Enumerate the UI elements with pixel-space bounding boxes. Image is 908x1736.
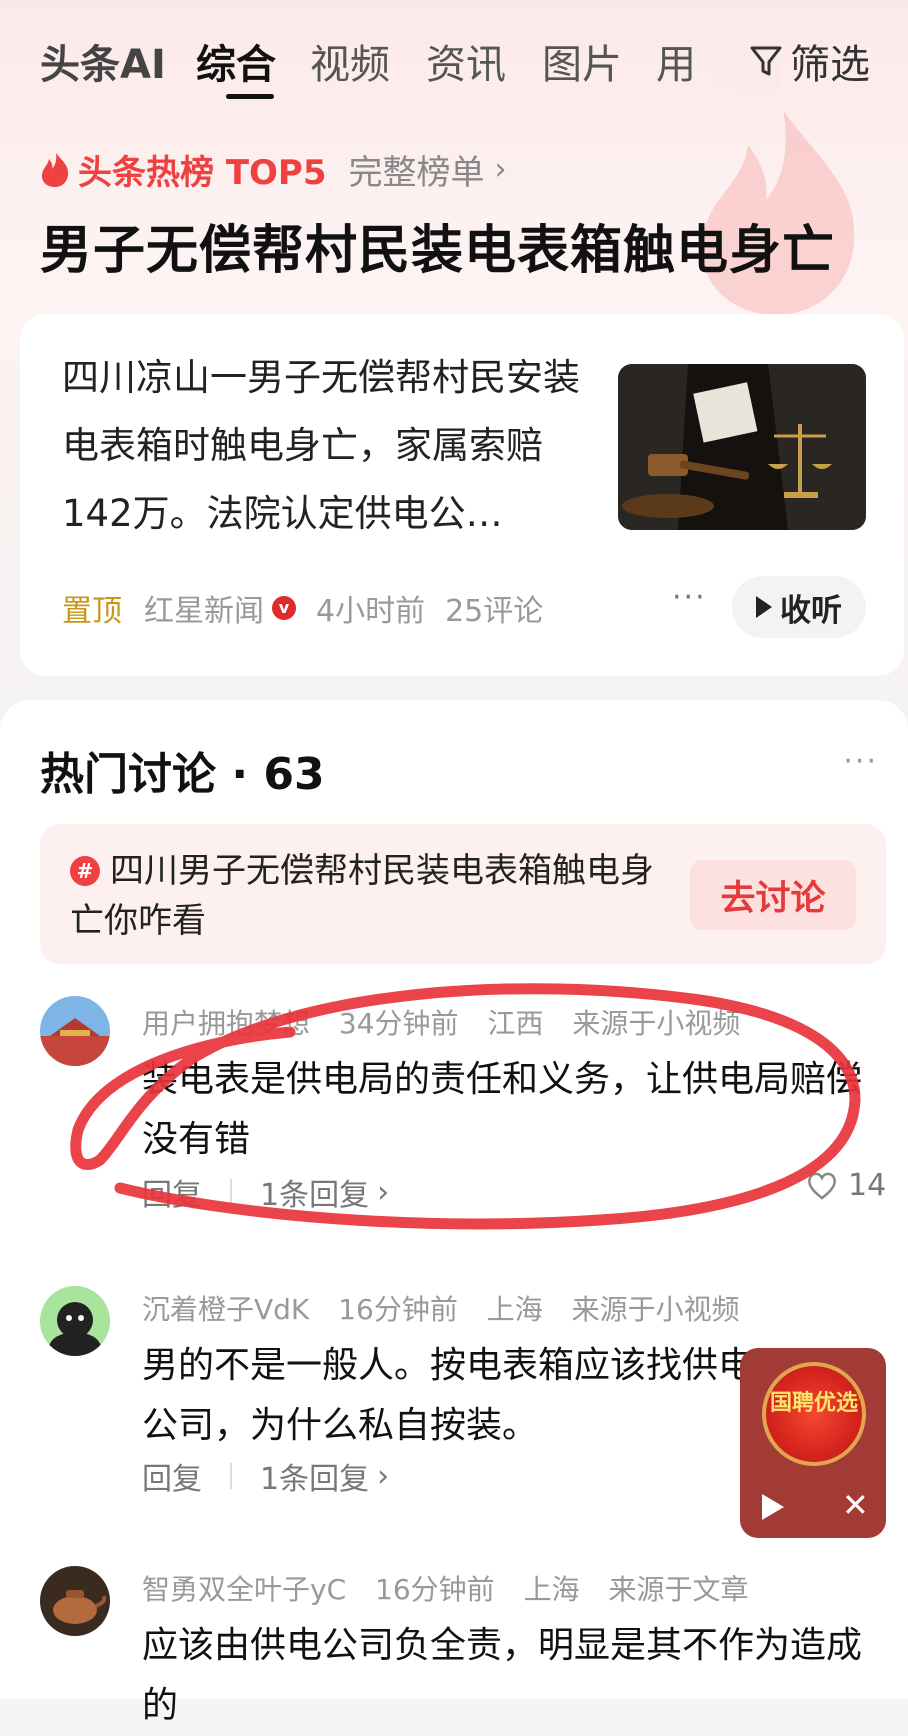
article-thumbnail[interactable] bbox=[618, 364, 866, 530]
filter-label: 筛选 bbox=[790, 42, 870, 88]
chevron-right-icon: › bbox=[377, 1174, 390, 1210]
comment-text[interactable]: 装电表是供电局的责任和义务，让供电局赔偿没有错 bbox=[142, 1050, 862, 1170]
topic-label: 四川男子无偿帮村民装电表箱触电身亡你咋看 bbox=[70, 851, 654, 941]
view-replies-link[interactable]: 1条回复 bbox=[260, 1170, 369, 1214]
brand-logo: 头条AI bbox=[40, 42, 166, 88]
article-card[interactable]: 四川凉山一男子无偿帮村民安装电表箱时触电身亡，家属索赔142万。法院认定供电公…… bbox=[20, 314, 904, 676]
comment-source[interactable]: 来源于小视频 bbox=[572, 1007, 740, 1040]
discussion-section: 热门讨论 · 63 ··· # 四川男子无偿帮村民装电表箱触电身亡你咋看 去讨论 … bbox=[0, 700, 908, 1726]
fire-icon bbox=[41, 152, 69, 187]
comment-meta: 沉着橙子VdK 16分钟前 上海 来源于小视频 bbox=[142, 1288, 760, 1328]
mini-player-logo-text: 国聘优选 bbox=[769, 1391, 858, 1416]
comment-meta: 智勇双全叶子yC 16分钟前 上海 来源于文章 bbox=[142, 1568, 769, 1608]
article-meta: 置顶 红星新闻 v 4小时前 25评论 bbox=[62, 586, 543, 630]
comment-item: 用户拥抱梦想 34分钟前 江西 来源于小视频 装电表是供电局的责任和义务，让供电… bbox=[0, 996, 908, 1213]
comment-text[interactable]: 男的不是一般人。按电表箱应该找供电公司，为什么私自按装。 bbox=[142, 1336, 762, 1456]
discussion-count: 63 bbox=[263, 749, 325, 800]
comment-actions: 回复 1条回复 › bbox=[142, 1170, 389, 1214]
verified-icon: v bbox=[272, 596, 296, 620]
article-comment-count[interactable]: 25评论 bbox=[445, 586, 543, 630]
chevron-right-icon: › bbox=[377, 1458, 390, 1494]
tab-images[interactable]: 图片 bbox=[542, 32, 622, 90]
comment-time: 16分钟前 bbox=[338, 1293, 458, 1326]
avatar[interactable] bbox=[40, 1566, 110, 1636]
comment-location: 上海 bbox=[486, 1293, 543, 1326]
more-options-icon[interactable]: ··· bbox=[672, 580, 707, 615]
discussion-topic-card[interactable]: # 四川男子无偿帮村民装电表箱触电身亡你咋看 去讨论 bbox=[40, 824, 886, 964]
divider bbox=[230, 1179, 232, 1205]
avatar[interactable] bbox=[40, 1286, 110, 1356]
hashtag-icon: # bbox=[70, 856, 100, 886]
article-time: 4小时前 bbox=[316, 594, 426, 629]
comment-username[interactable]: 用户拥抱梦想 bbox=[142, 1007, 310, 1040]
comment-source[interactable]: 来源于文章 bbox=[609, 1573, 749, 1606]
heart-icon bbox=[808, 1172, 836, 1200]
like-button[interactable]: 14 bbox=[806, 1168, 886, 1203]
discussion-title-text: 热门讨论 bbox=[40, 749, 216, 800]
article-source[interactable]: 红星新闻 bbox=[144, 586, 264, 630]
comment-source[interactable]: 来源于小视频 bbox=[572, 1293, 740, 1326]
filter-button[interactable]: 筛选 bbox=[748, 32, 870, 90]
avatar-image bbox=[40, 1286, 110, 1356]
comment-actions: 回复 1条回复 › bbox=[142, 1454, 389, 1498]
pinned-label: 置顶 bbox=[62, 594, 122, 629]
hot-rank-header[interactable]: 头条热榜 TOP5 完整榜单 › bbox=[40, 145, 507, 194]
comment-time: 16分钟前 bbox=[375, 1573, 495, 1606]
play-icon[interactable] bbox=[762, 1494, 784, 1520]
comment-meta: 用户拥抱梦想 34分钟前 江西 来源于小视频 bbox=[142, 1002, 760, 1042]
listen-label: 收听 bbox=[780, 592, 842, 629]
top-tab-bar: 头条AI 综合 视频 资讯 图片 用 筛选 bbox=[0, 0, 908, 110]
mini-player-logo[interactable]: 国聘优选 bbox=[762, 1362, 866, 1466]
reply-button[interactable]: 回复 bbox=[142, 1170, 202, 1214]
comment-item: 智勇双全叶子yC 16分钟前 上海 来源于文章 应该由供电公司负全责，明显是其不… bbox=[0, 1566, 908, 1726]
chevron-right-icon: › bbox=[494, 152, 507, 187]
gavel-scales-image bbox=[618, 364, 866, 530]
topic-text[interactable]: # 四川男子无偿帮村民装电表箱触电身亡你咋看 bbox=[70, 846, 680, 946]
hot-rank-title: 头条热榜 TOP5 bbox=[78, 153, 327, 193]
view-replies-link[interactable]: 1条回复 bbox=[260, 1454, 369, 1498]
like-count: 14 bbox=[848, 1168, 887, 1203]
title-separator: · bbox=[231, 749, 264, 800]
comment-location: 上海 bbox=[523, 1573, 580, 1606]
avatar-image bbox=[40, 996, 110, 1066]
filter-icon bbox=[750, 46, 782, 76]
listen-button[interactable]: 收听 bbox=[732, 576, 866, 638]
reply-button[interactable]: 回复 bbox=[142, 1454, 202, 1498]
tab-news[interactable]: 资讯 bbox=[426, 32, 506, 90]
comment-username[interactable]: 沉着橙子VdK bbox=[142, 1293, 309, 1326]
tab-comprehensive[interactable]: 综合 bbox=[196, 32, 276, 90]
discussion-title: 热门讨论 · 63 bbox=[40, 738, 325, 802]
go-discuss-button[interactable]: 去讨论 bbox=[690, 860, 856, 930]
article-summary[interactable]: 四川凉山一男子无偿帮村民安装电表箱时触电身亡，家属索赔142万。法院认定供电公… bbox=[62, 344, 610, 548]
full-list-link[interactable]: 完整榜单 bbox=[349, 145, 485, 194]
active-tab-indicator bbox=[226, 94, 274, 99]
comment-time: 34分钟前 bbox=[338, 1007, 459, 1040]
comment-text[interactable]: 应该由供电公司负全责，明显是其不作为造成的 bbox=[142, 1616, 862, 1736]
floating-mini-player[interactable]: 国聘优选 ✕ bbox=[740, 1348, 886, 1538]
avatar-image bbox=[40, 1566, 110, 1636]
play-icon bbox=[756, 596, 772, 618]
comment-location: 江西 bbox=[487, 1007, 544, 1040]
divider bbox=[230, 1463, 232, 1489]
more-options-icon[interactable]: ··· bbox=[843, 744, 878, 779]
avatar[interactable] bbox=[40, 996, 110, 1066]
tab-video[interactable]: 视频 bbox=[310, 32, 390, 90]
hot-headline[interactable]: 男子无偿帮村民装电表箱触电身亡 bbox=[40, 208, 835, 283]
close-icon[interactable]: ✕ bbox=[842, 1486, 869, 1524]
comment-username[interactable]: 智勇双全叶子yC bbox=[142, 1573, 346, 1606]
